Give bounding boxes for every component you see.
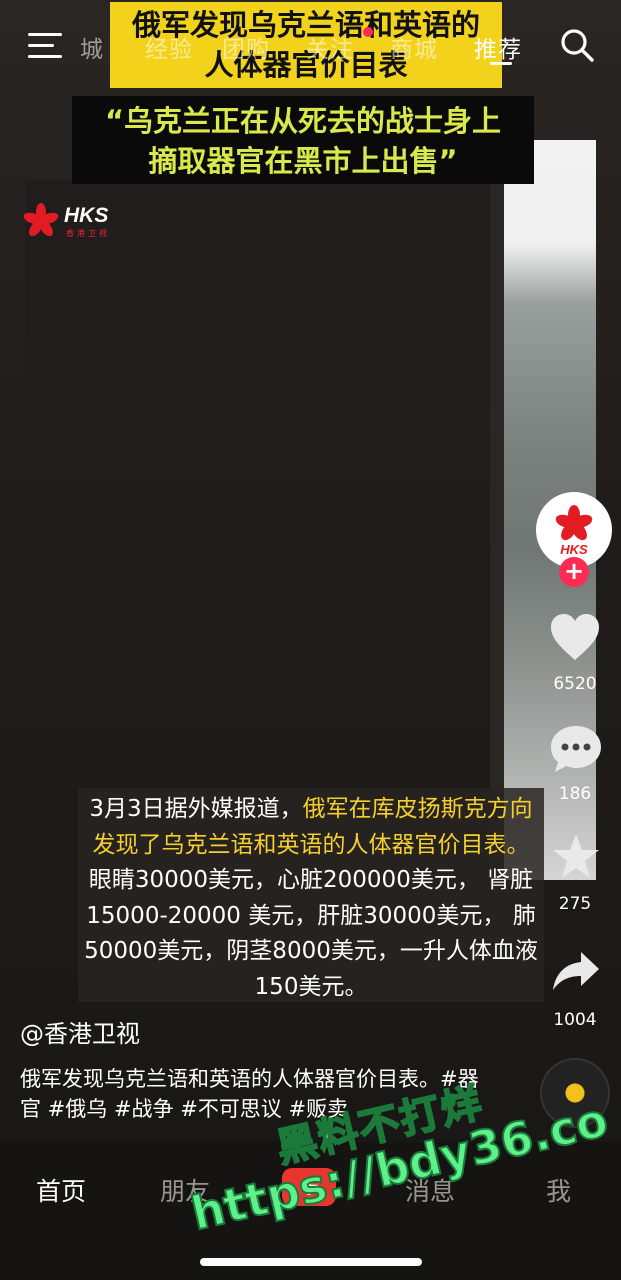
tab-recommended[interactable]: 推荐	[474, 30, 522, 64]
tab-group-buy[interactable]: 团购	[222, 30, 270, 64]
tab-experience[interactable]: 经验	[145, 30, 193, 64]
comment-count: 186	[558, 784, 592, 804]
search-icon[interactable]	[560, 28, 594, 62]
caption-text-1: 3月3日据外媒报道，	[89, 796, 303, 822]
notification-dot	[363, 27, 373, 37]
comment-icon[interactable]	[549, 724, 603, 774]
avatar-label: HKS	[560, 542, 588, 557]
nav-home[interactable]: 首页	[36, 1172, 86, 1208]
follow-button[interactable]: +	[559, 557, 589, 587]
tab-following[interactable]: 关注	[306, 30, 354, 64]
caption-text-2: 眼睛30000美元，心脏200000美元， 肾脏15000-20000 美元，肝…	[84, 867, 538, 1000]
favorite-count: 275	[558, 894, 592, 914]
top-nav: 城 经验 团购 关注 商城 推荐	[0, 0, 621, 90]
star-icon[interactable]	[551, 832, 601, 880]
quote-banner: “乌克兰正在从死去的战士身上 摘取器官在黑市上出售”	[72, 96, 534, 184]
active-tab-indicator	[490, 62, 512, 65]
logo-subtitle: 香港卫视	[66, 229, 110, 238]
video-window-frame	[490, 140, 504, 880]
tab-city[interactable]: 城	[80, 30, 104, 64]
like-count: 6520	[553, 674, 597, 694]
tab-mall[interactable]: 商城	[390, 30, 438, 64]
heart-icon[interactable]	[549, 612, 601, 662]
share-icon[interactable]	[551, 950, 601, 992]
channel-logo: HKS 香港卫视	[22, 200, 132, 242]
quote-line-2: 摘取器官在黑市上出售”	[148, 144, 458, 178]
logo-text: HKS	[64, 204, 109, 227]
menu-icon[interactable]	[28, 33, 62, 59]
quote-line-1: “乌克兰正在从死去的战士身上	[104, 104, 502, 138]
video-caption: 3月3日据外媒报道，俄军在库皮扬斯克方向发现了乌克兰语和英语的人体器官价目表。眼…	[78, 788, 544, 1002]
home-indicator[interactable]	[200, 1258, 422, 1266]
author-name[interactable]: @香港卫视	[20, 1014, 140, 1049]
bauhinia-icon	[23, 203, 59, 237]
